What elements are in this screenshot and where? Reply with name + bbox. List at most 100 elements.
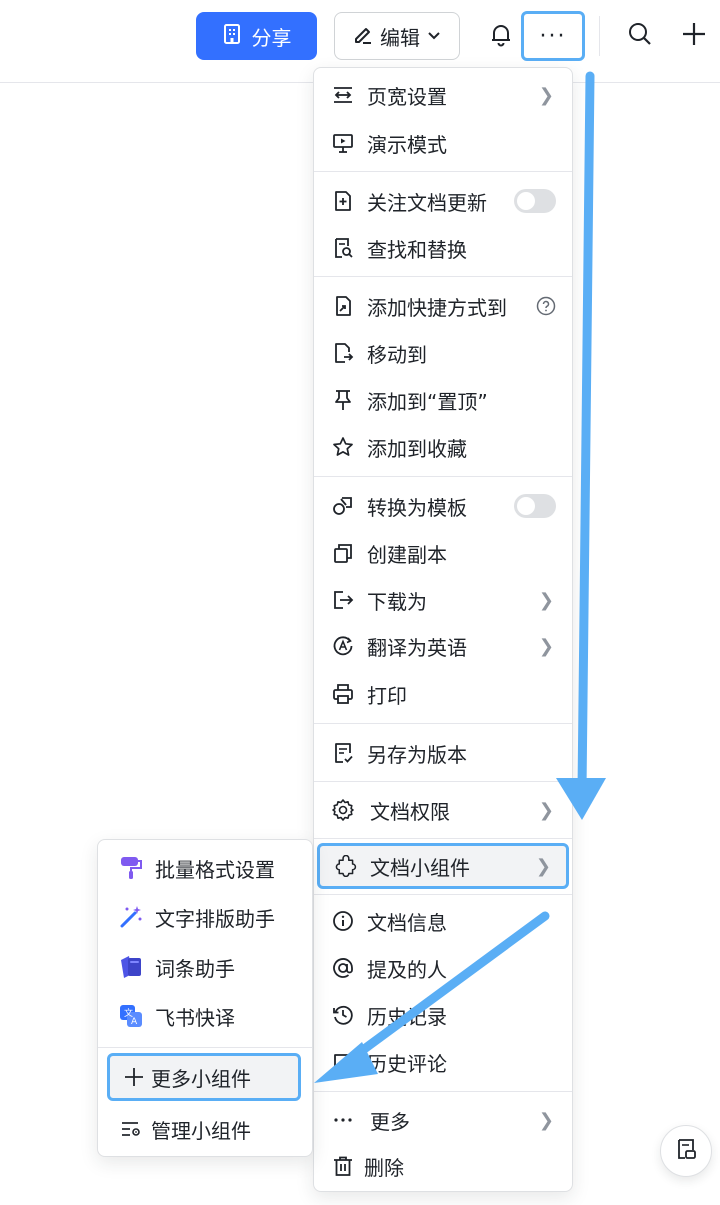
menu-divider <box>314 476 572 477</box>
widget-icon <box>334 854 358 878</box>
menu-item-label: 页宽设置 <box>367 84 447 109</box>
copy-icon <box>331 541 355 565</box>
menu-item-label: 文档权限 <box>370 799 450 824</box>
star-icon <box>331 435 355 459</box>
submenu-item-more-widgets[interactable]: 更多小组件 <box>107 1053 301 1101</box>
menu-item-comment-history[interactable]: 历史评论 <box>314 1040 572 1084</box>
template-icon <box>331 494 355 518</box>
manage-widgets-icon <box>118 1116 144 1142</box>
menu-item-favorite[interactable]: 添加到收藏 <box>314 425 572 469</box>
search-button[interactable] <box>616 12 664 60</box>
submenu-item-glossary[interactable]: 词条助手 <box>98 945 312 989</box>
menu-item-doc-widgets[interactable]: 文档小组件 ❯ <box>317 843 569 889</box>
menu-item-label: 文档信息 <box>367 910 447 935</box>
menu-item-add-shortcut[interactable]: 添加快捷方式到 <box>314 284 572 328</box>
menu-divider <box>314 1091 572 1092</box>
menu-item-pin[interactable]: 添加到“置顶” <box>314 378 572 422</box>
notification-button[interactable] <box>477 12 525 60</box>
comment-history-icon <box>331 1050 355 1074</box>
menu-item-label: 历史评论 <box>367 1051 447 1076</box>
submenu-item-manage-widgets[interactable]: 管理小组件 <box>98 1107 312 1151</box>
menu-item-label: 历史记录 <box>367 1004 447 1029</box>
menu-item-more[interactable]: 更多 ❯ <box>314 1098 572 1142</box>
submenu-item-typesetting[interactable]: 文字排版助手 <box>98 895 312 939</box>
svg-text:A: A <box>131 1017 138 1027</box>
menu-item-doc-info[interactable]: 文档信息 <box>314 899 572 943</box>
submenu-item-batch-format[interactable]: 批量格式设置 <box>98 846 312 890</box>
submenu-item-label: 文字排版助手 <box>155 906 275 931</box>
chevron-right-icon: ❯ <box>538 589 554 611</box>
follow-icon <box>331 189 355 213</box>
menu-item-label: 翻译为英语 <box>367 635 467 660</box>
ellipsis-icon <box>331 1108 355 1132</box>
menu-item-page-width[interactable]: 页宽设置 ❯ <box>314 73 572 117</box>
menu-item-follow-updates[interactable]: 关注文档更新 <box>314 179 572 223</box>
edit-mode-button[interactable]: 编辑 <box>334 12 460 60</box>
menu-item-create-copy[interactable]: 创建副本 <box>314 531 572 575</box>
find-replace-icon <box>331 236 355 260</box>
plus-icon <box>681 21 707 51</box>
submenu-item-label: 飞书快译 <box>155 1005 235 1030</box>
shortcut-icon <box>331 294 355 318</box>
info-icon <box>331 909 355 933</box>
chevron-down-icon <box>426 24 442 48</box>
history-icon <box>331 1003 355 1027</box>
menu-item-history[interactable]: 历史记录 <box>314 993 572 1037</box>
help-icon[interactable] <box>536 296 556 316</box>
menu-item-print[interactable]: 打印 <box>314 672 572 716</box>
menu-item-presentation[interactable]: 演示模式 <box>314 121 572 165</box>
menu-item-delete[interactable]: 删除 <box>314 1144 572 1188</box>
more-options-button[interactable]: ··· <box>521 11 585 61</box>
bell-icon <box>488 21 514 51</box>
menu-item-label: 创建副本 <box>367 542 447 567</box>
submenu-divider <box>98 1047 312 1048</box>
menu-item-label: 下载为 <box>367 589 427 614</box>
cards-icon <box>118 954 144 980</box>
share-label: 分享 <box>251 25 292 50</box>
translate-app-icon: 文A <box>118 1003 144 1029</box>
add-button[interactable] <box>670 12 718 60</box>
menu-divider <box>314 171 572 172</box>
menu-item-save-version[interactable]: 另存为版本 <box>314 731 572 775</box>
menu-item-label: 添加到收藏 <box>367 436 467 461</box>
menu-item-label: 文档小组件 <box>370 855 470 880</box>
submenu-item-label: 词条助手 <box>155 956 235 981</box>
search-icon <box>627 21 653 51</box>
trash-icon <box>331 1154 355 1178</box>
gear-icon <box>331 798 355 822</box>
menu-item-find-replace[interactable]: 查找和替换 <box>314 226 572 270</box>
menu-divider <box>314 894 572 895</box>
menu-item-mentions[interactable]: 提及的人 <box>314 946 572 990</box>
menu-item-translate[interactable]: 翻译为英语 ❯ <box>314 624 572 668</box>
submenu-item-label: 批量格式设置 <box>155 857 275 882</box>
presentation-icon <box>331 131 355 155</box>
chevron-right-icon: ❯ <box>535 855 551 877</box>
menu-divider <box>314 276 572 277</box>
menu-item-label: 关注文档更新 <box>367 190 487 215</box>
submenu-item-quick-translate[interactable]: 文A 飞书快译 <box>98 994 312 1038</box>
menu-item-label: 另存为版本 <box>367 742 467 767</box>
page-width-icon <box>331 83 355 107</box>
more-options-menu: 页宽设置 ❯ 演示模式 关注文档更新 查找和替换 添加快捷方式到 移动到 添加到… <box>313 67 573 1192</box>
widgets-submenu: 批量格式设置 文字排版助手 词条助手 文A 飞书快译 更多小组件 管理小组件 <box>97 839 313 1157</box>
menu-item-convert-template[interactable]: 转换为模板 <box>314 484 572 528</box>
submenu-item-label: 更多小组件 <box>151 1066 251 1091</box>
menu-item-label: 提及的人 <box>367 957 447 982</box>
format-brush-icon <box>118 855 144 881</box>
at-icon <box>331 956 355 980</box>
share-button[interactable]: 分享 <box>196 12 317 60</box>
chevron-right-icon: ❯ <box>538 1109 554 1131</box>
menu-item-label: 移动到 <box>367 342 427 367</box>
menu-item-move-to[interactable]: 移动到 <box>314 331 572 375</box>
floating-comment-button[interactable] <box>660 1125 712 1177</box>
menu-item-label: 转换为模板 <box>367 495 467 520</box>
menu-item-download-as[interactable]: 下载为 ❯ <box>314 578 572 622</box>
convert-template-toggle[interactable] <box>514 494 556 518</box>
submenu-item-label: 管理小组件 <box>151 1118 251 1143</box>
follow-updates-toggle[interactable] <box>514 189 556 213</box>
move-icon <box>331 341 355 365</box>
menu-item-permissions[interactable]: 文档权限 ❯ <box>314 788 572 832</box>
menu-divider <box>314 723 572 724</box>
menu-item-label: 删除 <box>364 1155 404 1180</box>
menu-divider <box>314 781 572 782</box>
